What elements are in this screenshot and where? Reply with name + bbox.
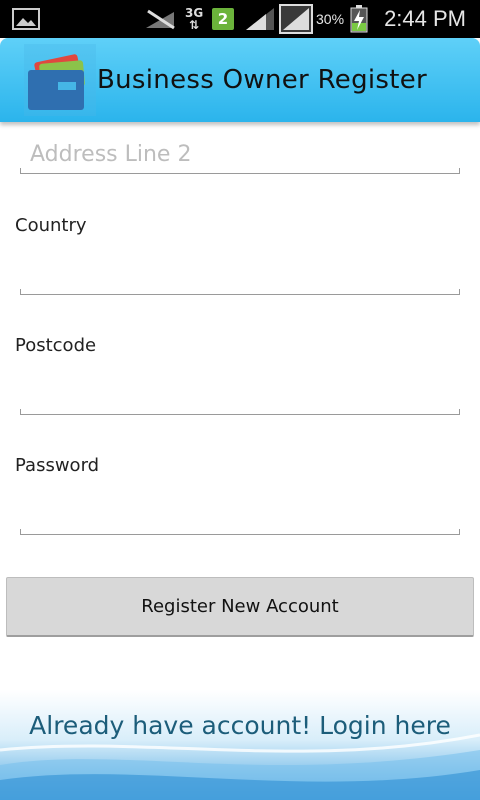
password-label: Password (15, 455, 100, 476)
address-line-2-input[interactable] (30, 140, 450, 168)
network-type-icon: 3G ⇅ (185, 0, 203, 38)
postcode-input[interactable] (30, 380, 450, 408)
country-label: Country (15, 215, 87, 236)
register-new-account-button[interactable]: Register New Account (6, 577, 474, 637)
field-underline (20, 168, 460, 174)
wallet-icon (24, 44, 96, 116)
country-field[interactable] (20, 250, 460, 295)
status-bar: 3G ⇅ 2 30% 2:44 PM (0, 0, 480, 38)
signal-strength-2-icon (279, 0, 313, 38)
address-line-2-field[interactable] (20, 128, 460, 174)
data-arrows-icon: ⇅ (189, 18, 200, 32)
no-signal-icon (144, 0, 178, 38)
field-underline (20, 409, 460, 415)
field-underline (20, 529, 460, 535)
page-title: Business Owner Register (97, 65, 428, 95)
password-input[interactable] (30, 500, 450, 528)
battery-percent: 30% (316, 11, 345, 27)
app-bar: Business Owner Register (0, 38, 480, 122)
password-field[interactable] (20, 490, 460, 535)
login-link[interactable]: Already have account! Login here (0, 700, 480, 750)
field-underline (20, 289, 460, 295)
country-input[interactable] (30, 260, 450, 288)
postcode-label: Postcode (15, 335, 97, 356)
image-notification-icon (12, 0, 40, 38)
battery-charging-icon (350, 0, 368, 38)
postcode-field[interactable] (20, 370, 460, 415)
sim-badge: 2 (212, 8, 234, 30)
signal-strength-icon (244, 0, 276, 38)
clock: 2:44 PM (384, 6, 466, 31)
